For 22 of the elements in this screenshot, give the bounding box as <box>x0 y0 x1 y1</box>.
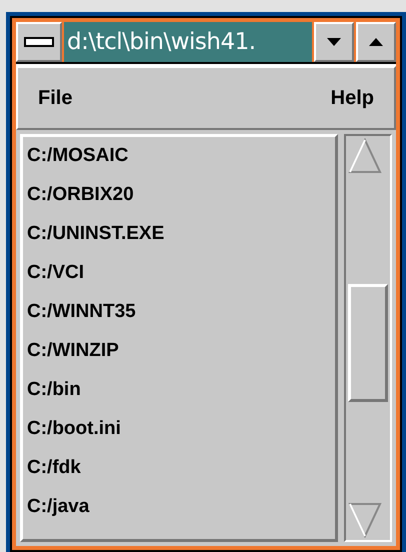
down-arrow-icon <box>327 38 341 46</box>
list-item[interactable]: C:/UNINST.EXE <box>27 221 335 260</box>
scroll-up-icon[interactable] <box>348 138 382 174</box>
window-title: d:\tcl\bin\wish41. <box>64 22 312 62</box>
list-item[interactable]: C:/fdk <box>27 455 335 494</box>
menu-bar-icon <box>24 37 54 47</box>
list-item[interactable]: C:/VCI <box>27 260 335 299</box>
menu-item[interactable]: File <box>38 86 72 110</box>
scroll-thumb[interactable] <box>348 284 388 402</box>
list-item[interactable]: C:/boot.ini <box>27 416 335 455</box>
up-arrow-icon <box>369 38 383 46</box>
scroll-down-icon[interactable] <box>348 502 382 538</box>
maximize-button[interactable] <box>356 22 396 62</box>
system-menu-button[interactable] <box>16 22 62 62</box>
list-item[interactable]: C:/java <box>27 494 335 533</box>
list-item[interactable]: C:/WINNT35 <box>27 299 335 338</box>
menu-item[interactable]: Help <box>330 86 374 110</box>
list-item[interactable]: C:/MOSAIC <box>27 143 335 182</box>
list-item[interactable]: C:/bin <box>27 377 335 416</box>
list-item[interactable]: C:/ORBIX20 <box>27 182 335 221</box>
list-item[interactable]: C:/WINZIP <box>27 338 335 377</box>
minimize-button[interactable] <box>314 22 354 62</box>
